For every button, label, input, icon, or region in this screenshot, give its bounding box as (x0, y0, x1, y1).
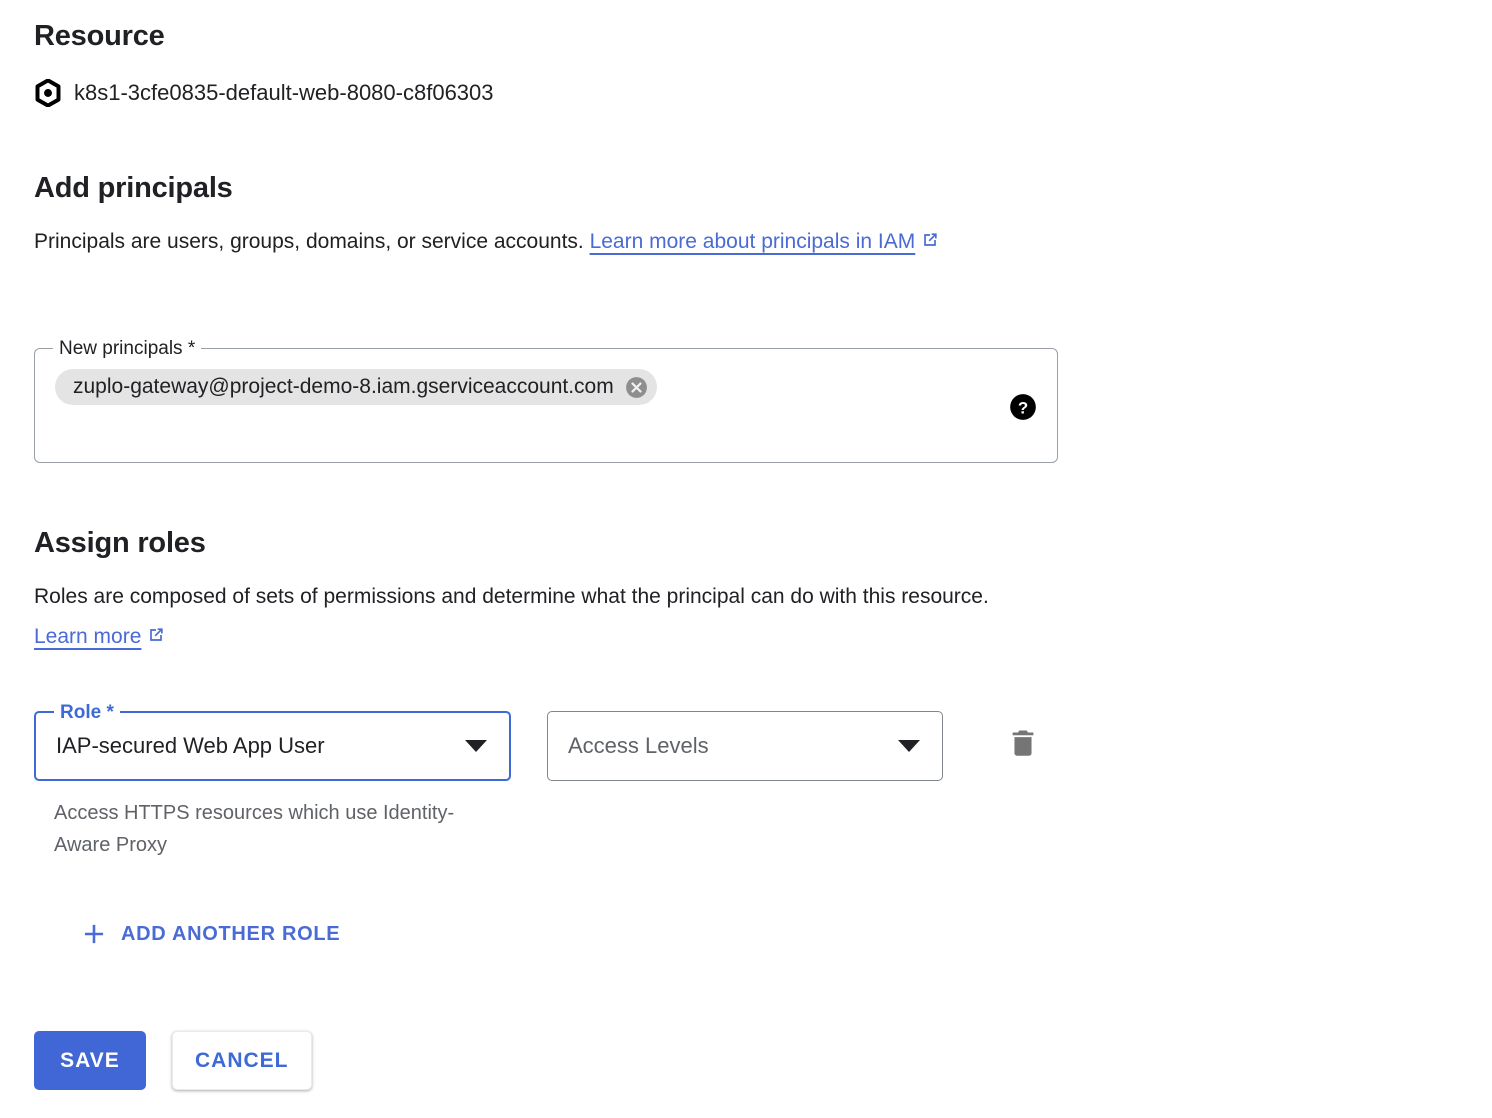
role-helper-text: Access HTTPS resources which use Identit… (54, 802, 455, 856)
open-in-new-icon (920, 224, 940, 264)
assign-roles-description: Roles are composed of sets of permission… (34, 577, 1034, 659)
role-label: Role * (54, 701, 120, 725)
add-principals-description: Principals are users, groups, domains, o… (34, 222, 1044, 264)
learn-more-roles-label: Learn more (34, 625, 142, 648)
learn-more-roles-link[interactable]: Learn more (34, 625, 141, 648)
access-levels-placeholder: Access Levels (568, 733, 709, 758)
role-select-value: IAP-secured Web App User (56, 733, 325, 758)
role-row: Role * IAP-secured Web App User Access L… (34, 701, 1064, 791)
form-actions: SAVE CANCEL (34, 1031, 312, 1090)
trash-icon[interactable] (1007, 725, 1039, 761)
add-principals-section: Add principals Principals are users, gro… (34, 170, 1064, 463)
assign-roles-description-text: Roles are composed of sets of permission… (34, 585, 989, 608)
svg-text:?: ? (1018, 398, 1028, 417)
plus-icon (83, 923, 105, 945)
new-principals-label: New principals * (53, 337, 202, 361)
add-another-role-label: ADD ANOTHER ROLE (121, 922, 341, 945)
hexagon-resource-icon (34, 78, 62, 108)
open-in-new-icon (146, 619, 166, 659)
chevron-down-icon (465, 740, 487, 752)
learn-more-principals-link[interactable]: Learn more about principals in IAM (590, 230, 916, 253)
learn-more-principals-label: Learn more about principals in IAM (589, 230, 916, 253)
close-circle-icon[interactable] (624, 375, 649, 400)
help-circle-icon[interactable]: ? (1009, 393, 1037, 421)
add-principals-heading: Add principals (34, 172, 233, 204)
cancel-button[interactable]: CANCEL (172, 1031, 312, 1090)
add-principals-description-text: Principals are users, groups, domains, o… (34, 230, 590, 253)
new-principals-field[interactable]: New principals * zuplo-gateway@project-d… (34, 337, 1058, 463)
access-levels-select[interactable]: Access Levels (547, 711, 943, 781)
add-another-role-button[interactable]: ADD ANOTHER ROLE (65, 910, 358, 958)
iam-add-principals-panel: Resource k8s1-3cfe0835-default-web-8080-… (0, 0, 1492, 1118)
role-select[interactable]: Role * IAP-secured Web App User (34, 701, 511, 781)
principals-chip-list: zuplo-gateway@project-demo-8.iam.gservic… (55, 369, 987, 405)
resource-row: k8s1-3cfe0835-default-web-8080-c8f06303 (34, 78, 494, 108)
principal-chip[interactable]: zuplo-gateway@project-demo-8.iam.gservic… (55, 369, 657, 405)
resource-section: Resource k8s1-3cfe0835-default-web-8080-… (34, 18, 494, 108)
assign-roles-section: Assign roles Roles are composed of sets … (34, 525, 1064, 945)
principal-chip-label: zuplo-gateway@project-demo-8.iam.gservic… (73, 375, 614, 398)
save-button[interactable]: SAVE (34, 1031, 146, 1090)
resource-heading: Resource (34, 20, 165, 52)
assign-roles-heading: Assign roles (34, 527, 206, 559)
resource-name: k8s1-3cfe0835-default-web-8080-c8f06303 (74, 80, 494, 105)
chevron-down-icon (898, 740, 920, 752)
